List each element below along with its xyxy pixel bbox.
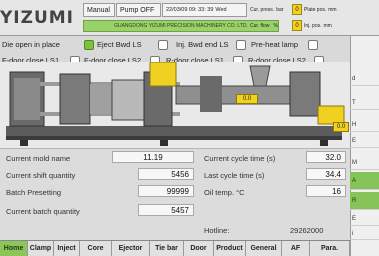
pump-status[interactable]: Pump OFF [116, 3, 161, 17]
right-panel-item[interactable]: d [350, 72, 379, 86]
cur-press-label: Cur. press. bar [250, 4, 292, 15]
right-panel-item[interactable]: T [350, 96, 379, 110]
inj-bwd-indicator [236, 40, 246, 50]
last-cycle-label: Last cycle time (s) [204, 170, 265, 180]
inj-pos-text: Inj. pos. [304, 22, 322, 29]
signal-preheat: Pre-heat lamp [251, 40, 298, 49]
die-open-indicator [84, 40, 94, 50]
weekday-text: Wed [215, 7, 227, 13]
cur-press-value: 0 [292, 4, 302, 15]
tab-af[interactable]: AF [282, 241, 310, 256]
inj-pos-unit: mm [323, 22, 332, 29]
datetime-text: 22/03/09 09: 33: 39 [166, 7, 214, 13]
mold-name-label: Current mold name [6, 153, 71, 163]
tab-product[interactable]: Product [214, 241, 246, 256]
shift-qty-value[interactable]: 5456 [138, 168, 194, 180]
tab-clamp[interactable]: Clamp [28, 241, 54, 256]
eject-bwd-indicator [158, 40, 168, 50]
cur-press-text: Cur. press. [250, 6, 275, 13]
tab-tie-bar[interactable]: Tie bar [150, 241, 184, 256]
last-cycle-value: 34.4 [306, 168, 346, 180]
mold-name-value[interactable]: 11.19 [112, 151, 194, 163]
datetime-display: 22/03/09 09: 33: 39 Wed [162, 3, 247, 17]
cur-press-unit: bar [276, 6, 284, 13]
tab-para[interactable]: Para. [310, 241, 350, 256]
cycle-time-value: 32.0 [306, 151, 346, 163]
plate-pos-text: Plate pos. [304, 6, 327, 13]
inj-pos-label: Inj. pos. mm [304, 20, 350, 31]
cur-flow-unit: % [273, 22, 278, 29]
tab-home[interactable]: Home [0, 241, 28, 256]
signal-label: Die open in place [2, 40, 60, 49]
plate-pos-unit: mm [328, 6, 337, 13]
tab-inject[interactable]: Inject [54, 241, 80, 256]
signal-label: Eject Bwd LS [97, 40, 142, 49]
mode-indicator: Manual [83, 3, 115, 17]
tab-door[interactable]: Door [184, 241, 214, 256]
tab-general[interactable]: General [246, 241, 282, 256]
yizumi-logo: YIZUMI [0, 8, 75, 28]
right-panel-item[interactable]: i [350, 228, 379, 240]
shift-qty-label: Current shift quantity [6, 170, 76, 180]
hotline-label: Hotline: [204, 225, 230, 235]
right-panel-item[interactable]: H [350, 118, 379, 132]
right-panel-item[interactable]: M [350, 156, 379, 170]
machine-diagram [0, 61, 350, 148]
oil-temp-label: Oil temp. °C [204, 187, 245, 197]
oil-temp-value: 16 [306, 185, 346, 197]
preheat-indicator [308, 40, 318, 50]
batch-qty-value[interactable]: 5457 [138, 204, 194, 216]
right-panel-item[interactable]: R [350, 192, 379, 210]
plate-pos-label: Plate pos. mm [304, 4, 350, 15]
cycle-time-label: Current cycle time (s) [204, 153, 276, 163]
machine-illustration [6, 61, 345, 146]
inject-position-readout: 0.0 [333, 122, 349, 132]
right-panel-item[interactable]: E [350, 212, 379, 226]
right-panel-item[interactable]: A [350, 172, 379, 190]
signal-label: Inj. Bwd end LS [176, 40, 229, 49]
clamp-position-readout: 0.0 [236, 94, 258, 104]
batch-preset-value[interactable]: 99999 [138, 185, 194, 197]
tab-ejector[interactable]: Ejector [112, 241, 150, 256]
signal-eject-bwd: Eject Bwd LS [97, 40, 142, 49]
batch-preset-label: Batch Presetting [6, 187, 62, 197]
batch-qty-label: Current batch quantity [6, 206, 80, 216]
hotline-value: 29262000 [290, 225, 324, 235]
cur-flow-value: 0 [292, 20, 302, 31]
signal-inj-bwd: Inj. Bwd end LS [176, 40, 229, 49]
signal-die-open: Die open in place [2, 40, 60, 49]
tab-core[interactable]: Core [80, 241, 112, 256]
signal-label: Pre-heat lamp [251, 40, 299, 49]
cur-flow-text: Cur. flow [250, 22, 270, 29]
cur-flow-label: Cur. flow % [250, 20, 292, 31]
right-panel-item[interactable]: E [350, 134, 379, 148]
